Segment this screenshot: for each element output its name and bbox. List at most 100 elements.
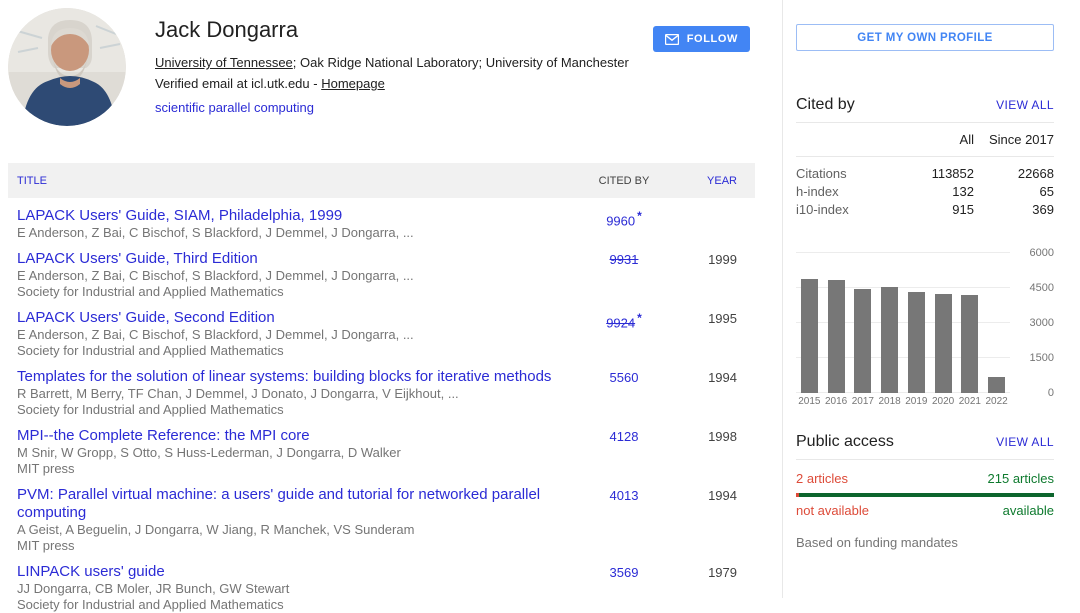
publication-title-link[interactable]: LINPACK users' guide bbox=[17, 563, 579, 581]
chart-bars bbox=[796, 253, 1010, 393]
publication-year: 1998 bbox=[669, 427, 755, 444]
chart-x-tick-label: 2019 bbox=[903, 396, 930, 407]
available-label: available bbox=[1003, 503, 1054, 518]
publication-info: LINPACK users' guide JJ Dongarra, CB Mol… bbox=[8, 563, 579, 613]
chart-x-tick-label: 2022 bbox=[983, 396, 1010, 407]
chart-y-axis-labels: 01500300045006000 bbox=[1010, 253, 1054, 393]
publication-info: PVM: Parallel virtual machine: a users' … bbox=[8, 486, 579, 554]
publication-authors: A Geist, A Beguelin, J Dongarra, W Jiang… bbox=[17, 522, 579, 538]
avatar-image bbox=[8, 8, 126, 126]
chart-y-tick-label: 6000 bbox=[1030, 247, 1054, 259]
publication-row: LINPACK users' guide JJ Dongarra, CB Mol… bbox=[8, 554, 755, 613]
citation-year-bar[interactable] bbox=[854, 289, 871, 393]
stats-row: Citations11385222668 bbox=[796, 165, 1054, 182]
cited-by-count-link[interactable]: 4128 bbox=[610, 429, 639, 444]
stats-metric-label: h-index bbox=[796, 183, 902, 200]
chart-plot: 20152016201720182019202020212022 bbox=[796, 253, 1010, 407]
public-access-counts: 2 articles 215 articles bbox=[796, 460, 1054, 486]
chart-bar-column bbox=[983, 253, 1010, 393]
publications-header: TITLE CITED BY YEAR bbox=[8, 163, 755, 198]
verified-email: Verified email at icl.utk.edu - Homepage bbox=[155, 75, 629, 92]
citation-year-bar[interactable] bbox=[828, 280, 845, 393]
citation-year-bar[interactable] bbox=[881, 287, 898, 393]
avatar[interactable] bbox=[8, 8, 126, 126]
stats-value-all: 915 bbox=[902, 201, 974, 218]
homepage-link[interactable]: Homepage bbox=[321, 76, 385, 91]
publication-row: MPI--the Complete Reference: the MPI cor… bbox=[8, 418, 755, 477]
chart-x-tick-label: 2016 bbox=[823, 396, 850, 407]
chart-x-tick-label: 2021 bbox=[957, 396, 984, 407]
citation-year-bar[interactable] bbox=[961, 295, 978, 393]
publication-title-link[interactable]: LAPACK Users' Guide, Third Edition bbox=[17, 250, 579, 268]
chart-bar-column bbox=[850, 253, 877, 393]
cited-by-count-link[interactable]: 9924 bbox=[606, 315, 635, 330]
cited-by-title: Cited by bbox=[796, 96, 855, 114]
envelope-icon bbox=[665, 34, 679, 45]
public-access-labels: not available available bbox=[796, 503, 1054, 518]
publication-authors: E Anderson, Z Bai, C Bischof, S Blackfor… bbox=[17, 327, 579, 343]
publication-row: Templates for the solution of linear sys… bbox=[8, 359, 755, 418]
stats-spacer bbox=[796, 131, 902, 148]
chart-bar-column bbox=[957, 253, 984, 393]
sort-by-year[interactable]: YEAR bbox=[669, 175, 755, 187]
publication-authors: M Snir, W Gropp, S Otto, S Huss-Lederman… bbox=[17, 445, 579, 461]
stats-row: h-index13265 bbox=[796, 183, 1054, 200]
citation-year-bar[interactable] bbox=[935, 294, 952, 393]
stats-col-all: All bbox=[902, 131, 974, 148]
cited-by-view-all-link[interactable]: VIEW ALL bbox=[996, 98, 1054, 112]
interest-link[interactable]: scientific parallel computing bbox=[155, 100, 314, 115]
publication-title-link[interactable]: LAPACK Users' Guide, SIAM, Philadelphia,… bbox=[17, 207, 579, 225]
publication-authors: R Barrett, M Berry, TF Chan, J Demmel, J… bbox=[17, 386, 579, 402]
publication-title-link[interactable]: PVM: Parallel virtual machine: a users' … bbox=[17, 486, 579, 522]
citation-year-bar[interactable] bbox=[988, 377, 1005, 393]
cited-by-count-link[interactable]: 9931 bbox=[610, 252, 639, 267]
cited-by-count-link[interactable]: 3569 bbox=[610, 565, 639, 580]
publication-cited-by: 3569 bbox=[579, 563, 669, 580]
publication-title-link[interactable]: LAPACK Users' Guide, Second Edition bbox=[17, 309, 579, 327]
chart-x-tick-label: 2017 bbox=[850, 396, 877, 407]
affiliation-link[interactable]: University of Tennessee bbox=[155, 55, 293, 70]
publication-venue: Society for Industrial and Applied Mathe… bbox=[17, 597, 579, 613]
chart-bar-column bbox=[930, 253, 957, 393]
publication-venue: MIT press bbox=[17, 461, 579, 477]
citation-year-bar[interactable] bbox=[908, 292, 925, 393]
publication-info: LAPACK Users' Guide, Third Edition E And… bbox=[8, 250, 579, 300]
main-column: Jack Dongarra University of Tennessee; O… bbox=[0, 0, 782, 598]
sort-by-citations[interactable]: CITED BY bbox=[579, 175, 669, 187]
publication-title-link[interactable]: MPI--the Complete Reference: the MPI cor… bbox=[17, 427, 579, 445]
publication-info: Templates for the solution of linear sys… bbox=[8, 368, 579, 418]
publication-authors: E Anderson, Z Bai, C Bischof, S Blackfor… bbox=[17, 225, 579, 241]
publication-year: 1994 bbox=[669, 486, 755, 503]
chart-year-labels: 20152016201720182019202020212022 bbox=[796, 396, 1010, 407]
chart-x-tick-label: 2018 bbox=[876, 396, 903, 407]
citation-year-bar[interactable] bbox=[801, 279, 818, 393]
chart-bar-column bbox=[796, 253, 823, 393]
get-my-own-profile-button[interactable]: GET MY OWN PROFILE bbox=[796, 24, 1054, 51]
publication-title-link[interactable]: Templates for the solution of linear sys… bbox=[17, 368, 579, 386]
stats-rows: Citations11385222668h-index13265i10-inde… bbox=[796, 157, 1054, 218]
stats-row: i10-index915369 bbox=[796, 201, 1054, 218]
chart-y-tick-label: 3000 bbox=[1030, 317, 1054, 329]
publication-year: 1995 bbox=[669, 309, 755, 326]
sidebar: GET MY OWN PROFILE Cited by VIEW ALL All… bbox=[782, 0, 1080, 598]
publication-cited-by: 4013 bbox=[579, 486, 669, 503]
stats-column-headers: All Since 2017 bbox=[796, 123, 1054, 157]
cited-by-count-link[interactable]: 9960 bbox=[606, 213, 635, 228]
affiliation-rest: ; Oak Ridge National Laboratory; Univers… bbox=[293, 55, 629, 70]
cited-by-section: Cited by VIEW ALL All Since 2017 Citatio… bbox=[796, 96, 1054, 407]
publication-year: 1979 bbox=[669, 563, 755, 580]
chart-y-tick-label: 4500 bbox=[1030, 282, 1054, 294]
cited-by-count-link[interactable]: 5560 bbox=[610, 370, 639, 385]
follow-button[interactable]: FOLLOW bbox=[653, 26, 750, 52]
cited-by-count-link[interactable]: 4013 bbox=[610, 488, 639, 503]
sort-by-title[interactable]: TITLE bbox=[8, 175, 579, 187]
publication-cited-by: 4128 bbox=[579, 427, 669, 444]
stats-value-since: 65 bbox=[974, 183, 1054, 200]
available-count-link[interactable]: 215 articles bbox=[988, 471, 1054, 486]
available-bar-segment bbox=[799, 493, 1054, 497]
publication-authors: E Anderson, Z Bai, C Bischof, S Blackfor… bbox=[17, 268, 579, 284]
not-available-count-link[interactable]: 2 articles bbox=[796, 471, 848, 486]
publication-year bbox=[669, 207, 755, 209]
stats-value-since: 22668 bbox=[974, 165, 1054, 182]
public-access-view-all-link[interactable]: VIEW ALL bbox=[996, 435, 1054, 449]
